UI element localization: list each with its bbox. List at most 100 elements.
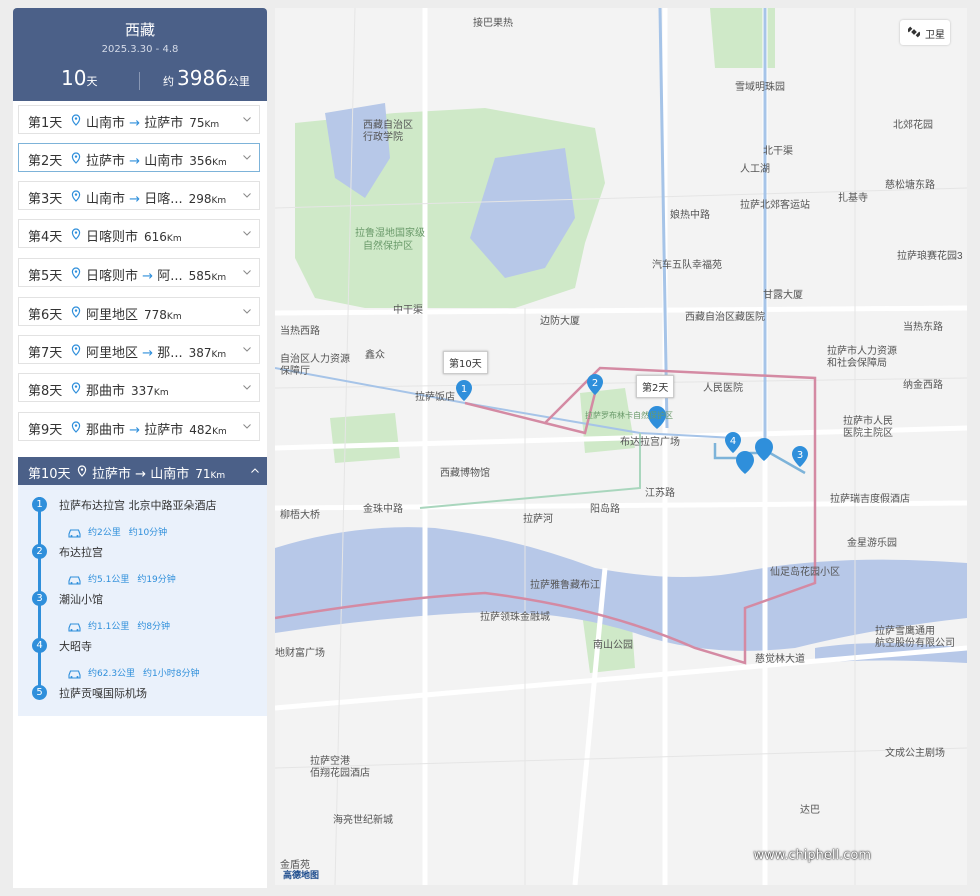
svg-text:西藏博物馆: 西藏博物馆 bbox=[440, 466, 490, 479]
svg-text:1: 1 bbox=[461, 384, 467, 395]
location-pin-icon bbox=[71, 267, 81, 279]
satellite-toggle-button[interactable]: 卫星 bbox=[900, 20, 950, 45]
svg-text:金星游乐园: 金星游乐园 bbox=[847, 536, 897, 549]
svg-text:拉萨市人民: 拉萨市人民 bbox=[843, 414, 893, 427]
svg-text:中干渠: 中干渠 bbox=[393, 303, 423, 316]
svg-text:和社会保障局: 和社会保障局 bbox=[827, 356, 887, 369]
svg-text:金珠中路: 金珠中路 bbox=[363, 502, 403, 515]
svg-text:海亮世纪新城: 海亮世纪新城 bbox=[333, 813, 393, 826]
day-item-5[interactable]: 第5天 日喀则市 → 阿... 585Km bbox=[18, 258, 260, 287]
day-item-6[interactable]: 第6天 阿里地区 778Km bbox=[18, 297, 260, 326]
svg-text:汽车五队幸福苑: 汽车五队幸福苑 bbox=[652, 258, 722, 271]
chevron-down-icon bbox=[243, 117, 251, 122]
map-brand-logo: 高德地图 bbox=[283, 871, 320, 881]
map-marker[interactable] bbox=[755, 438, 773, 461]
svg-text:慈觉林大道: 慈觉林大道 bbox=[755, 652, 805, 665]
satellite-icon bbox=[908, 26, 920, 38]
location-pin-icon bbox=[77, 465, 87, 477]
map-view[interactable]: 1 2 3 4 接巴果热 雪域明珠园 北郊花园 西藏自治区 行政学院 北干渠 人… bbox=[275, 8, 967, 885]
chevron-down-icon bbox=[243, 309, 251, 314]
svg-text:甘露大厦: 甘露大厦 bbox=[763, 288, 803, 301]
day-item-7[interactable]: 第7天 阿里地区 → 那... 387Km bbox=[18, 335, 260, 364]
car-icon bbox=[68, 528, 81, 538]
svg-text:自然保护区: 自然保护区 bbox=[363, 239, 413, 252]
day-item-4[interactable]: 第4天 日喀则市 616Km bbox=[18, 219, 260, 248]
chevron-down-icon bbox=[243, 193, 251, 198]
svg-text:当热西路: 当热西路 bbox=[280, 324, 320, 337]
car-icon bbox=[68, 622, 81, 632]
day-item-9[interactable]: 第9天 那曲市 → 拉萨市 482Km bbox=[18, 412, 260, 441]
segment-info: 约1.1公里 约8分钟 bbox=[67, 619, 170, 632]
map-marker[interactable]: 4 bbox=[725, 432, 741, 453]
svg-text:自治区人力资源: 自治区人力资源 bbox=[280, 352, 350, 365]
arrow-right-icon: → bbox=[142, 269, 154, 284]
day-item-10-expanded: 第10天 拉萨市 → 山南市 71Km 1 拉萨布达拉宫 北京中路亚朵酒店 约2公里… bbox=[18, 457, 267, 716]
trip-header: 西藏 2025.3.30 - 4.8 10天 约 3986公里 bbox=[13, 8, 267, 101]
segment-info: 约62.3公里 约1小时8分钟 bbox=[67, 666, 200, 679]
trip-sidebar: 西藏 2025.3.30 - 4.8 10天 约 3986公里 第1天 山南市 →… bbox=[13, 8, 267, 888]
day-item-10[interactable]: 第10天 拉萨市 → 山南市 71Km bbox=[18, 457, 267, 485]
svg-text:人民医院: 人民医院 bbox=[703, 381, 743, 394]
segment-info: 约2公里 约10分钟 bbox=[67, 525, 167, 538]
svg-text:拉鲁湿地国家级: 拉鲁湿地国家级 bbox=[355, 226, 425, 239]
trip-dates: 2025.3.30 - 4.8 bbox=[101, 44, 179, 55]
svg-text:北郊花园: 北郊花园 bbox=[893, 118, 933, 131]
day-item-3[interactable]: 第3天 山南市 → 日喀... 298Km bbox=[18, 181, 260, 210]
trip-distance: 约 3986公里 bbox=[163, 66, 250, 90]
svg-text:边防大厦: 边防大厦 bbox=[540, 314, 580, 327]
chevron-down-icon bbox=[243, 385, 251, 390]
svg-text:保障厅: 保障厅 bbox=[280, 364, 310, 377]
day-item-1[interactable]: 第1天 山南市 → 拉萨市 75Km bbox=[18, 105, 260, 134]
location-pin-icon bbox=[71, 421, 81, 433]
map-marker[interactable]: 3 bbox=[792, 446, 808, 467]
day-10-tooltip: 第10天 bbox=[443, 351, 488, 374]
svg-text:拉萨瑞吉度假酒店: 拉萨瑞吉度假酒店 bbox=[830, 492, 910, 505]
chevron-down-icon bbox=[243, 155, 251, 160]
day-item-2[interactable]: 第2天 拉萨市 → 山南市 356Km bbox=[18, 143, 260, 172]
svg-text:拉萨雪鹰通用: 拉萨雪鹰通用 bbox=[875, 624, 935, 637]
svg-text:地财富广场: 地财富广场 bbox=[275, 646, 325, 659]
svg-text:人工湖: 人工湖 bbox=[740, 163, 770, 175]
svg-text:南山公园: 南山公园 bbox=[593, 638, 633, 651]
location-pin-icon bbox=[71, 228, 81, 240]
trip-stats: 10天 约 3986公里 bbox=[13, 66, 267, 94]
map-canvas: 1 2 3 4 接巴果热 雪域明珠园 北郊花园 西藏自治区 行政学院 北干渠 人… bbox=[275, 8, 967, 885]
chevron-down-icon bbox=[243, 231, 251, 236]
svg-text:布达拉宫广场: 布达拉宫广场 bbox=[620, 435, 680, 448]
svg-text:佰翔花园酒店: 佰翔花园酒店 bbox=[310, 766, 370, 779]
svg-text:达巴: 达巴 bbox=[800, 804, 820, 816]
svg-text:拉萨领珠金融城: 拉萨领珠金融城 bbox=[480, 610, 550, 623]
chevron-down-icon bbox=[243, 270, 251, 275]
svg-text:纳金西路: 纳金西路 bbox=[903, 378, 943, 391]
day-2-tooltip: 第2天 bbox=[636, 375, 675, 398]
chevron-up-icon bbox=[251, 468, 259, 473]
segment-info: 约5.1公里 约19分钟 bbox=[67, 572, 176, 585]
svg-text:慈松塘东路: 慈松塘东路 bbox=[885, 178, 935, 191]
svg-text:拉萨市人力资源: 拉萨市人力资源 bbox=[827, 344, 897, 357]
svg-text:接巴果热: 接巴果热 bbox=[473, 16, 513, 29]
map-marker[interactable] bbox=[736, 451, 754, 474]
arrow-right-icon: → bbox=[129, 116, 141, 131]
location-pin-icon bbox=[71, 152, 81, 164]
day-item-8[interactable]: 第8天 那曲市 337Km bbox=[18, 373, 260, 402]
arrow-right-icon: → bbox=[129, 154, 141, 169]
svg-text:拉萨琅赛花园3: 拉萨琅赛花园3 bbox=[897, 249, 963, 262]
svg-text:2: 2 bbox=[592, 378, 598, 389]
svg-text:扎基寺: 扎基寺 bbox=[838, 191, 868, 204]
map-marker[interactable]: 1 bbox=[456, 380, 472, 401]
svg-text:娘热中路: 娘热中路 bbox=[670, 208, 710, 221]
svg-text:3: 3 bbox=[797, 450, 803, 461]
svg-text:鑫众: 鑫众 bbox=[365, 348, 385, 361]
svg-text:4: 4 bbox=[730, 436, 736, 447]
svg-text:柳梧大桥: 柳梧大桥 bbox=[280, 508, 320, 521]
svg-text:拉萨饭店: 拉萨饭店 bbox=[415, 390, 455, 403]
location-pin-icon bbox=[71, 382, 81, 394]
svg-text:行政学院: 行政学院 bbox=[363, 130, 403, 143]
watermark-text: www.chiphell.com bbox=[753, 848, 871, 863]
svg-text:西藏自治区: 西藏自治区 bbox=[363, 118, 413, 131]
svg-text:西藏自治区藏医院: 西藏自治区藏医院 bbox=[685, 310, 765, 323]
svg-text:文成公主剧场: 文成公主剧场 bbox=[885, 746, 945, 759]
location-pin-icon bbox=[71, 306, 81, 318]
arrow-right-icon: → bbox=[129, 192, 141, 207]
car-icon bbox=[68, 575, 81, 585]
